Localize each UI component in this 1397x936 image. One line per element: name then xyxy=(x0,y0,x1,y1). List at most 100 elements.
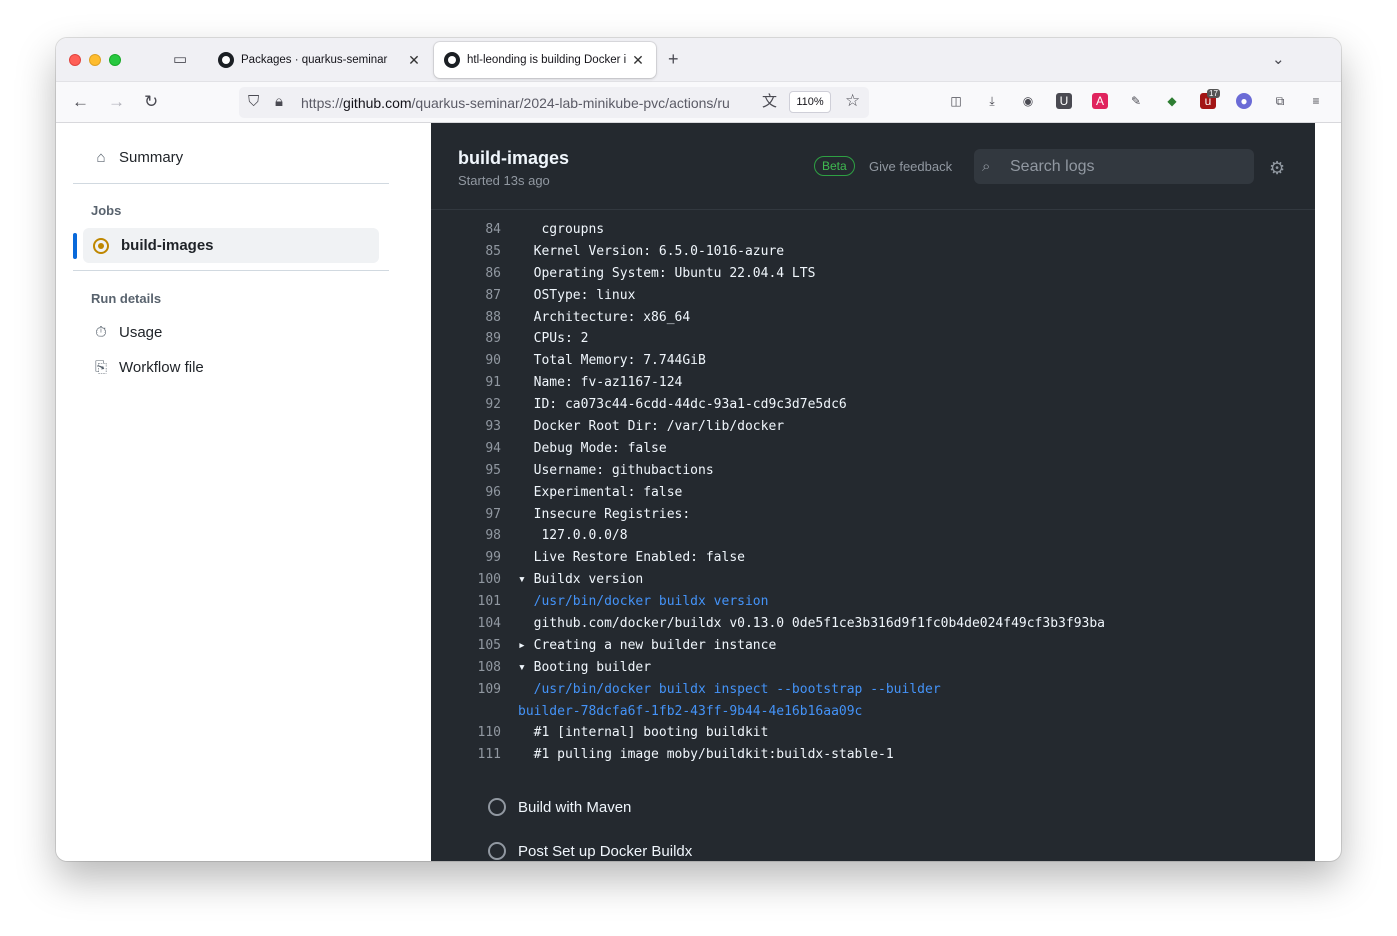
step-build-with-maven[interactable]: Build with Maven xyxy=(488,798,631,816)
url-host: github.com xyxy=(343,94,412,111)
sidebar-item-summary[interactable]: ⌂ Summary xyxy=(73,140,379,175)
log-line: 95 Username: githubactions xyxy=(431,460,1315,482)
url-prefix: https:// xyxy=(301,94,344,111)
sidebar-item-label: Usage xyxy=(119,324,163,341)
bitwarden-icon[interactable]: U xyxy=(1056,93,1072,109)
reload-icon[interactable]: ↻ xyxy=(144,93,158,110)
log-line-text: Architecture: x86_64 xyxy=(518,309,691,325)
log-line-number[interactable]: 89 xyxy=(461,328,501,350)
log-line: 91 Name: fv-az1167-124 xyxy=(431,372,1315,394)
log-line: 101 /usr/bin/docker buildx version xyxy=(431,591,1315,613)
run-sidebar: ⌂ Summary Jobs build-images Run details … xyxy=(56,123,431,861)
menu-icon[interactable]: ≡ xyxy=(1308,93,1324,109)
log-line-number[interactable]: 97 xyxy=(461,504,501,526)
log-line-text: CPUs: 2 xyxy=(518,331,589,347)
log-line: 100 ▾ Buildx version xyxy=(431,569,1315,591)
stopwatch-icon: ⏱ xyxy=(95,324,107,341)
log-line-number[interactable]: 108 xyxy=(461,657,501,679)
tab-build[interactable]: htl-leonding is building Docker i ✕ xyxy=(434,42,656,78)
pending-icon xyxy=(488,798,506,816)
log-line: 110 #1 [internal] booting buildkit xyxy=(431,722,1315,744)
step-post-setup-buildx[interactable]: Post Set up Docker Buildx xyxy=(488,842,692,860)
log-line-number[interactable]: 101 xyxy=(461,591,501,613)
log-line-text: Debug Mode: false xyxy=(518,440,667,456)
sidebar-item-workflow-file[interactable]: ⎘ Workflow file xyxy=(73,350,379,385)
log-line: 87 OSType: linux xyxy=(431,285,1315,307)
log-line: 99 Live Restore Enabled: false xyxy=(431,547,1315,569)
log-line: 90 Total Memory: 7.744GiB xyxy=(431,350,1315,372)
log-line-number[interactable]: 99 xyxy=(461,547,501,569)
log-line-number[interactable]: 111 xyxy=(461,744,501,766)
log-line-text: Live Restore Enabled: false xyxy=(518,550,745,566)
log-line-number[interactable]: 91 xyxy=(461,372,501,394)
log-line-number[interactable]: 84 xyxy=(461,219,501,241)
shield-icon[interactable]: ⛉ xyxy=(248,94,259,110)
log-line-number[interactable]: 92 xyxy=(461,394,501,416)
close-tab-icon[interactable]: ✕ xyxy=(406,52,422,69)
translate-icon[interactable]: 文 xyxy=(762,94,777,110)
search-logs-input[interactable]: ⌕ Search logs xyxy=(974,149,1254,184)
log-line-number[interactable]: 85 xyxy=(461,241,501,263)
account-icon[interactable]: ◉ xyxy=(1020,93,1036,109)
search-placeholder: Search logs xyxy=(1010,157,1095,175)
zoom-window-button[interactable] xyxy=(109,54,121,66)
tab-tray-icon[interactable]: ▭ xyxy=(173,52,187,68)
sidebar-item-build-images[interactable]: build-images xyxy=(83,228,379,263)
divider xyxy=(73,183,389,184)
log-line-number[interactable]: 96 xyxy=(461,482,501,504)
forward-icon[interactable]: → xyxy=(108,93,125,110)
give-feedback-link[interactable]: Give feedback xyxy=(869,159,952,174)
minimize-window-button[interactable] xyxy=(89,54,101,66)
new-tab-icon[interactable]: + xyxy=(668,50,679,68)
download-icon[interactable]: ⤓ xyxy=(984,93,1000,109)
sidebar-item-label: Summary xyxy=(119,149,184,166)
log-line-text: /usr/bin/docker buildx inspect --bootstr… xyxy=(518,681,941,697)
tab-bar: ▭ Packages · quarkus-seminar ✕ htl-leond… xyxy=(56,38,1341,82)
sidebar-item-label: Workflow file xyxy=(119,359,204,376)
zoom-level[interactable]: 110% xyxy=(789,91,831,113)
log-line: 88 Architecture: x86_64 xyxy=(431,307,1315,329)
log-line-number[interactable]: 100 xyxy=(461,569,501,591)
log-line-text: 127.0.0.0/8 xyxy=(518,528,628,544)
back-icon[interactable]: ← xyxy=(72,93,89,110)
ublock-badge: 17 xyxy=(1207,89,1220,98)
log-line-number[interactable]: 88 xyxy=(461,307,501,329)
extensions-icon[interactable]: ⧉ xyxy=(1272,93,1288,109)
log-line-text: ▾ Buildx version xyxy=(518,572,644,588)
log-line-number[interactable]: 109 xyxy=(461,679,501,701)
log-line-text: builder-78dcfa6f-1fb2-43ff-9b44-4e16b16a… xyxy=(518,703,863,719)
chevron-down-icon[interactable]: ⌄ xyxy=(1272,52,1285,68)
log-line-number[interactable]: 93 xyxy=(461,416,501,438)
log-line-number[interactable]: 110 xyxy=(461,722,501,744)
extension-a-icon[interactable]: A xyxy=(1092,93,1108,109)
log-line-number[interactable]: 87 xyxy=(461,285,501,307)
gear-icon[interactable]: ⚙ xyxy=(1269,158,1285,179)
extension-b-icon[interactable]: ✎ xyxy=(1128,93,1144,109)
log-line-number[interactable]: 86 xyxy=(461,263,501,285)
log-line-number[interactable]: 104 xyxy=(461,613,501,635)
pocket-icon[interactable]: ◫ xyxy=(948,93,964,109)
close-window-button[interactable] xyxy=(69,54,81,66)
log-line-text: Insecure Registries: xyxy=(518,506,691,522)
log-line-number[interactable]: 94 xyxy=(461,438,501,460)
step-label: Post Set up Docker Buildx xyxy=(518,842,693,860)
log-line-text: Operating System: Ubuntu 22.04.4 LTS xyxy=(518,265,816,281)
log-line-text: Docker Root Dir: /var/lib/docker xyxy=(518,419,785,435)
log-line-number[interactable]: 98 xyxy=(461,525,501,547)
log-line: 105 ▸ Creating a new builder instance xyxy=(431,635,1315,657)
bookmark-star-icon[interactable]: ☆ xyxy=(845,92,860,109)
log-line-text: #1 pulling image moby/buildkit:buildx-st… xyxy=(518,747,894,763)
log-line-number[interactable]: 105 xyxy=(461,635,501,657)
extension-c-icon[interactable]: ◆ xyxy=(1164,93,1180,109)
log-line-number[interactable]: 90 xyxy=(461,350,501,372)
sidebar-item-usage[interactable]: ⏱ Usage xyxy=(73,315,379,350)
home-icon: ⌂ xyxy=(96,149,106,166)
log-line-number[interactable]: 95 xyxy=(461,460,501,482)
close-tab-icon[interactable]: ✕ xyxy=(630,52,646,69)
log-line: 104 github.com/docker/buildx v0.13.0 0de… xyxy=(431,613,1315,635)
lock-icon[interactable]: 🔒︎ xyxy=(275,94,283,110)
extension-d-icon[interactable]: ● xyxy=(1236,93,1252,109)
tab-label: Packages · quarkus-seminar xyxy=(241,54,388,66)
in-progress-icon xyxy=(93,237,109,254)
tab-packages[interactable]: Packages · quarkus-seminar ✕ xyxy=(208,42,432,78)
